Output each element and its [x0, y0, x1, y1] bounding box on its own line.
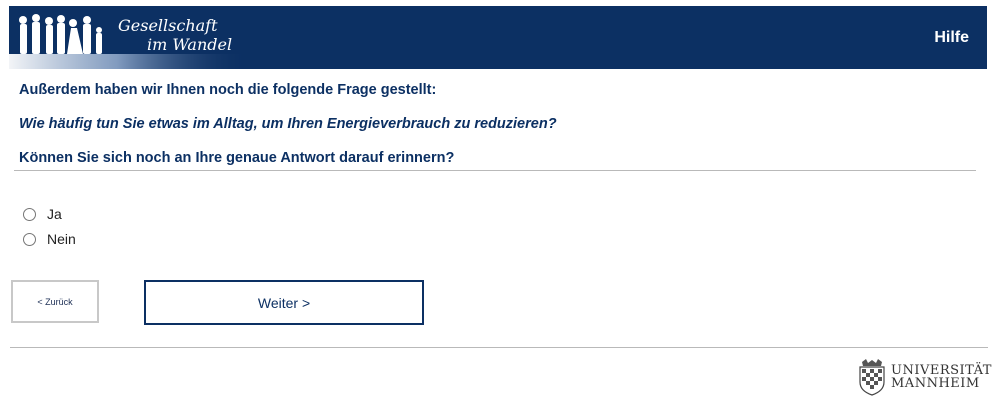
next-button[interactable]: Weiter > — [144, 280, 424, 325]
question-text: Wie häufig tun Sie etwas im Alltag, um I… — [19, 116, 557, 132]
option-ja[interactable]: Ja — [23, 206, 62, 222]
radio-button-nein[interactable] — [23, 232, 36, 246]
logo-line-1: Gesellschaft — [118, 16, 218, 35]
university-name: UNIVERSITÄT MANNHEIM — [891, 364, 992, 390]
survey-page: Gesellschaft im Wandel Hilfe Außerdem ha… — [0, 0, 999, 418]
help-link[interactable]: Hilfe — [934, 29, 969, 47]
question-followup: Können Sie sich noch an Ihre genaue Antw… — [19, 150, 455, 166]
logo-line-2: im Wandel — [147, 35, 233, 54]
option-label-ja: Ja — [47, 206, 62, 222]
divider — [14, 170, 976, 171]
option-label-nein: Nein — [47, 231, 76, 247]
radio-button-ja[interactable] — [23, 207, 36, 221]
back-button[interactable]: < Zurück — [11, 280, 99, 323]
header-bar: Gesellschaft im Wandel Hilfe — [9, 6, 987, 69]
question-intro: Außerdem haben wir Ihnen noch die folgen… — [19, 82, 437, 98]
footer-divider — [10, 347, 988, 348]
university-logo: UNIVERSITÄT MANNHEIM — [856, 358, 992, 396]
university-crest-icon — [859, 359, 885, 396]
logo-wordmark: Gesellschaft im Wandel — [109, 16, 232, 54]
university-name-line-2: MANNHEIM — [891, 376, 980, 391]
option-nein[interactable]: Nein — [23, 231, 76, 247]
